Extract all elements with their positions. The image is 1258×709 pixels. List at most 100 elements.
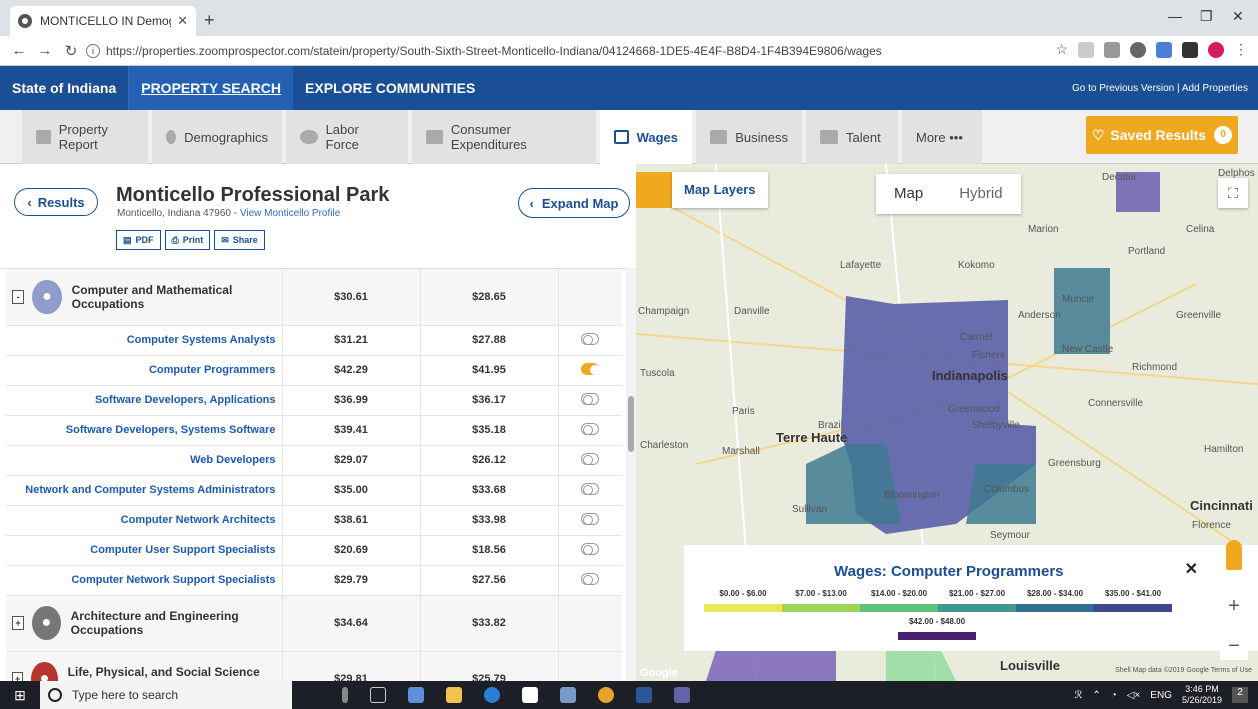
map-toggle[interactable] [581, 362, 601, 375]
chevron-up-icon[interactable]: ⌃ [1092, 690, 1100, 701]
occupation-row[interactable]: Computer Network Architects $38.61 $33.98 [6, 505, 622, 536]
profile-avatar[interactable] [1208, 41, 1224, 58]
tab-labor-force[interactable]: Labor Force [286, 110, 408, 164]
header-right-links[interactable]: Go to Previous Version | Add Properties [1072, 83, 1248, 94]
extension-icon[interactable] [1130, 41, 1146, 58]
map-toggle[interactable] [581, 452, 600, 465]
occupation-name[interactable]: Computer Systems Analysts [6, 325, 283, 356]
occupation-name[interactable]: Software Developers, Systems Software [6, 415, 283, 446]
pdf-button[interactable]: ▤ PDF [116, 230, 161, 250]
zoom-out-button[interactable]: − [1220, 632, 1248, 660]
occupation-row[interactable]: Computer Systems Analysts $31.21 $27.88 [6, 325, 622, 356]
occupation-name[interactable]: Web Developers [6, 445, 283, 476]
mail-icon[interactable] [522, 687, 538, 703]
fullscreen-icon[interactable]: ⛶ [1218, 178, 1248, 208]
map-type-hybrid[interactable]: Hybrid [941, 174, 1020, 214]
saved-results-button[interactable]: ♡ Saved Results 0 [1086, 116, 1238, 154]
expand-toggle[interactable]: + [12, 616, 25, 630]
print-button[interactable]: ⎙ Print [164, 230, 211, 250]
close-window-icon[interactable]: ✕ [1232, 8, 1244, 25]
results-button[interactable]: ‹ Results [14, 188, 98, 216]
occupation-name[interactable]: Network and Computer Systems Administrat… [6, 475, 283, 506]
file-explorer-icon[interactable] [446, 687, 462, 703]
new-tab-button[interactable]: + [204, 10, 215, 31]
info-icon[interactable]: i [86, 44, 100, 58]
reload-icon[interactable]: ↻ [58, 42, 84, 60]
people-icon[interactable] [408, 687, 424, 703]
occupation-name[interactable]: Computer User Support Specialists [6, 535, 283, 566]
occupation-name[interactable]: Computer Network Support Specialists [6, 565, 283, 596]
map-toggle[interactable] [581, 482, 600, 495]
volume-icon[interactable]: ◁× [1127, 690, 1141, 701]
url-field[interactable]: i https://properties.zoomprospector.com/… [86, 40, 1026, 62]
tab-business[interactable]: Business [696, 110, 802, 164]
share-button[interactable]: ✉ Share [214, 230, 265, 250]
word-icon[interactable] [636, 687, 652, 703]
back-icon[interactable]: ← [6, 42, 32, 59]
map-toggle[interactable] [581, 542, 600, 555]
scrollbar[interactable] [626, 268, 636, 681]
property-search-link[interactable]: PROPERTY SEARCH [129, 66, 294, 110]
app-icon[interactable] [560, 687, 576, 703]
tab-demographics[interactable]: Demographics [152, 110, 282, 164]
occupation-row[interactable]: Computer Programmers $42.29 $41.95 [6, 355, 622, 386]
occupation-row[interactable]: Software Developers, Systems Software $39… [6, 415, 622, 446]
chrome-icon[interactable] [598, 687, 614, 703]
tab-talent[interactable]: Talent [806, 110, 898, 164]
expand-toggle[interactable]: - [12, 289, 25, 304]
people-tray-icon[interactable]: ℛ [1074, 690, 1082, 701]
map-toggle[interactable] [581, 332, 600, 345]
occupation-row[interactable]: Web Developers $29.07 $26.12 [6, 445, 622, 476]
occupation-group-row[interactable]: + ● Architecture and Engineering Occupatio… [6, 595, 622, 652]
occupation-name[interactable]: Computer Network Architects [6, 505, 283, 536]
extension-icon[interactable] [1104, 41, 1120, 58]
windows-start-icon[interactable]: ⊞ [0, 687, 40, 704]
taskbar-search[interactable]: Type here to search [40, 681, 292, 709]
scrollbar-thumb[interactable] [628, 396, 634, 452]
tab-wages[interactable]: Wages [600, 110, 692, 164]
tab-property-report[interactable]: Property Report [22, 110, 148, 164]
map-toggle[interactable] [581, 392, 600, 405]
network-icon[interactable]: ◔ [1111, 690, 1117, 701]
teams-icon[interactable] [674, 687, 690, 703]
occupation-group-row[interactable]: - ● Computer and Mathematical Occupations $… [6, 269, 622, 326]
occupation-row[interactable]: Computer Network Support Specialists $29.… [6, 565, 622, 596]
street-view-icon[interactable] [1226, 540, 1242, 570]
edge-icon[interactable] [484, 687, 500, 703]
clock[interactable]: 3:46 PM 5/26/2019 [1182, 684, 1222, 706]
browser-tab[interactable]: MONTICELLO IN Demographics ✕ [10, 6, 196, 36]
mic-icon[interactable] [342, 687, 348, 703]
map-toggle[interactable] [581, 422, 600, 435]
occupation-name[interactable]: Computer Programmers [6, 355, 283, 386]
view-profile-link[interactable]: View Monticello Profile [240, 208, 340, 219]
occupation-group-row[interactable]: + ● Life, Physical, and Social Science Occ… [6, 651, 622, 681]
occupation-row[interactable]: Network and Computer Systems Administrat… [6, 475, 622, 506]
occupation-row[interactable]: Computer User Support Specialists $20.69 $… [6, 535, 622, 566]
task-view-icon[interactable] [370, 687, 386, 703]
state-title[interactable]: State of Indiana [0, 66, 130, 110]
map-type-map[interactable]: Map [876, 174, 941, 214]
occupation-row[interactable]: Software Developers, Applications $36.99 $… [6, 385, 622, 416]
minimize-icon[interactable]: — [1168, 8, 1182, 24]
map-toggle[interactable] [581, 572, 600, 585]
map-layers-button[interactable]: Map Layers [636, 172, 768, 208]
map-toggle[interactable] [581, 512, 600, 525]
explore-communities-link[interactable]: EXPLORE COMMUNITIES [293, 66, 487, 110]
menu-icon[interactable]: ⋮ [1234, 41, 1248, 58]
notifications-icon[interactable]: 2 [1232, 687, 1248, 703]
extension-icon[interactable] [1078, 41, 1094, 58]
restore-icon[interactable]: ❐ [1200, 8, 1213, 25]
forward-icon[interactable]: → [32, 42, 58, 59]
zoom-in-button[interactable]: + [1220, 592, 1248, 620]
expand-map-button[interactable]: ‹ Expand Map [518, 188, 630, 218]
close-legend-icon[interactable]: ✕ [1185, 559, 1198, 579]
expand-toggle[interactable]: + [12, 672, 24, 681]
tab-consumer-expenditures[interactable]: Consumer Expenditures [412, 110, 596, 164]
occupation-name[interactable]: Software Developers, Applications [6, 385, 283, 416]
star-icon[interactable]: ☆ [1055, 41, 1068, 58]
extension-icon[interactable] [1182, 41, 1198, 58]
language-indicator[interactable]: ENG [1150, 690, 1172, 701]
extension-icon[interactable] [1156, 41, 1172, 58]
tab-more[interactable]: More ••• [902, 110, 982, 164]
map-view[interactable]: Map Layers Map Hybrid ⛶ Decatur Delphos … [636, 164, 1258, 681]
